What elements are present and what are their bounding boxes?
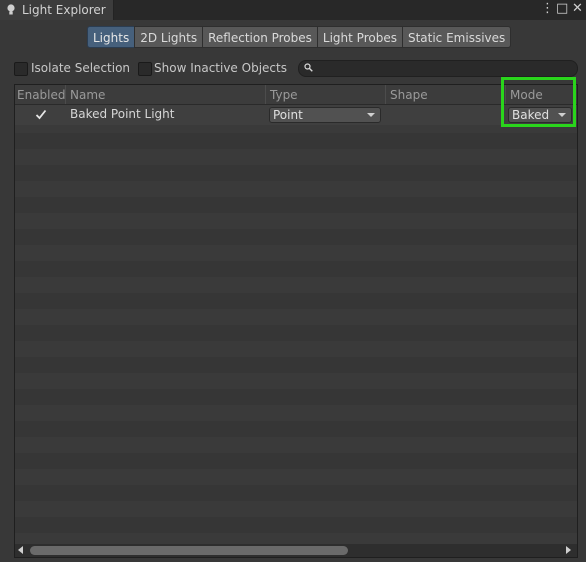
type-value: Point (273, 108, 303, 122)
scroll-right-icon[interactable] (566, 546, 571, 554)
search-icon (304, 63, 313, 72)
mode-value: Baked (512, 108, 550, 122)
lightbulb-icon (7, 4, 15, 15)
isolate-selection-checkbox[interactable] (14, 62, 28, 76)
column-divider[interactable] (505, 85, 506, 104)
close-icon[interactable]: ✕ (572, 1, 583, 17)
tab-2d-lights[interactable]: 2D Lights (134, 26, 204, 48)
column-divider[interactable] (65, 85, 66, 104)
column-header-enabled[interactable]: Enabled (17, 88, 66, 102)
window-titlebar: Light Explorer ⋮ □ ✕ (0, 0, 586, 20)
chevron-down-icon (367, 113, 375, 117)
horizontal-scrollbar[interactable] (15, 544, 577, 557)
mode-dropdown[interactable]: Baked (508, 107, 572, 123)
more-options-icon[interactable]: ⋮ (541, 1, 554, 17)
maximize-icon[interactable]: □ (556, 1, 568, 17)
enabled-checkbox[interactable] (35, 108, 47, 121)
column-header-mode[interactable]: Mode (510, 88, 543, 102)
type-dropdown[interactable]: Point (269, 107, 381, 123)
column-header-type[interactable]: Type (270, 88, 298, 102)
light-name: Baked Point Light (70, 107, 175, 121)
scroll-left-icon[interactable] (18, 546, 23, 554)
tab-reflection-probes[interactable]: Reflection Probes (202, 26, 318, 48)
lights-table: Enabled Name Type Shape Mode Baked Point… (14, 84, 578, 558)
tab-lights[interactable]: Lights (87, 26, 136, 48)
table-row[interactable]: Baked Point Light Point Baked (15, 105, 577, 125)
column-divider[interactable] (265, 85, 266, 104)
isolate-selection-label: Isolate Selection (31, 61, 131, 75)
tab-light-probes[interactable]: Light Probes (316, 26, 403, 48)
window-tab[interactable]: Light Explorer (0, 0, 114, 20)
search-input[interactable] (298, 60, 578, 77)
category-tabs: Lights 2D Lights Reflection Probes Light… (87, 26, 512, 49)
show-inactive-label: Show Inactive Objects (154, 61, 287, 75)
window-title: Light Explorer (22, 3, 106, 17)
column-header-name[interactable]: Name (70, 88, 105, 102)
show-inactive-checkbox[interactable] (138, 62, 152, 76)
column-divider[interactable] (385, 85, 386, 104)
scrollbar-thumb[interactable] (30, 546, 348, 555)
tab-static-emissives[interactable]: Static Emissives (401, 26, 512, 48)
column-header-shape[interactable]: Shape (390, 88, 428, 102)
table-header: Enabled Name Type Shape Mode (15, 85, 577, 105)
chevron-down-icon (558, 113, 566, 117)
